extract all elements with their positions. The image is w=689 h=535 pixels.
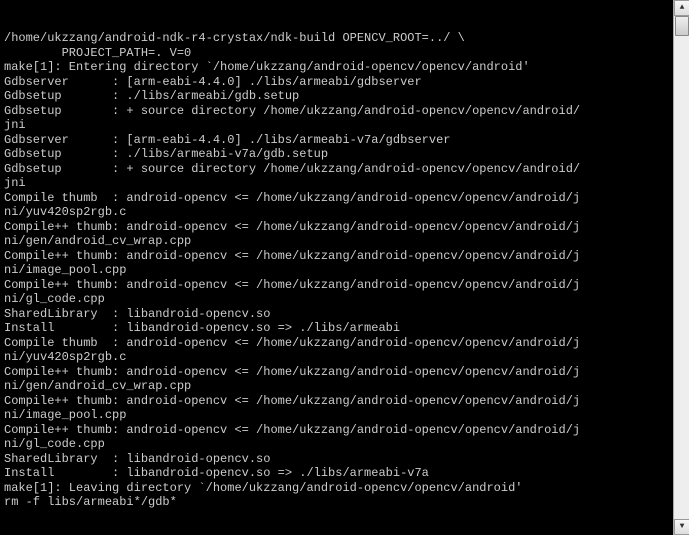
terminal-line: ni/gl_code.cpp: [4, 292, 669, 307]
terminal-line: Gdbsetup : + source directory /home/ukzz…: [4, 162, 669, 177]
terminal-line: rm -f libs/armeabi*/gdb*: [4, 495, 669, 510]
terminal-line: Gdbserver : [arm-eabi-4.4.0] ./libs/arme…: [4, 133, 669, 148]
terminal-line: PROJECT_PATH=. V=0: [4, 46, 669, 61]
terminal-line: Gdbsetup : ./libs/armeabi/gdb.setup: [4, 89, 669, 104]
terminal-line: Compile++ thumb: android-opencv <= /home…: [4, 220, 669, 235]
terminal-line: ni/gl_code.cpp: [4, 437, 669, 452]
terminal-line: SharedLibrary : libandroid-opencv.so: [4, 452, 669, 467]
scroll-thumb[interactable]: [675, 16, 689, 36]
terminal-line: ni/gen/android_cv_wrap.cpp: [4, 234, 669, 249]
terminal-output[interactable]: /home/ukzzang/android-ndk-r4-crystax/ndk…: [0, 0, 673, 535]
terminal-line: Compile thumb : android-opencv <= /home/…: [4, 191, 669, 206]
terminal-line: Compile thumb : android-opencv <= /home/…: [4, 336, 669, 351]
terminal-line: Compile++ thumb: android-opencv <= /home…: [4, 423, 669, 438]
terminal-line: Gdbsetup : ./libs/armeabi-v7a/gdb.setup: [4, 147, 669, 162]
terminal-line: Gdbserver : [arm-eabi-4.4.0] ./libs/arme…: [4, 75, 669, 90]
terminal-line: make[1]: Leaving directory `/home/ukzzan…: [4, 481, 669, 496]
terminal-line: ni/yuv420sp2rgb.c: [4, 350, 669, 365]
scroll-up-button[interactable]: ▲: [674, 0, 689, 16]
terminal-line: Compile++ thumb: android-opencv <= /home…: [4, 394, 669, 409]
terminal-line: ni/yuv420sp2rgb.c: [4, 205, 669, 220]
terminal-line: Install : libandroid-opencv.so => ./libs…: [4, 321, 669, 336]
terminal-line: ni/image_pool.cpp: [4, 408, 669, 423]
terminal-line: jni: [4, 176, 669, 191]
terminal-line: Compile++ thumb: android-opencv <= /home…: [4, 278, 669, 293]
terminal-line: Install : libandroid-opencv.so => ./libs…: [4, 466, 669, 481]
terminal-line: make[1]: Entering directory `/home/ukzza…: [4, 60, 669, 75]
scroll-down-button[interactable]: ▼: [674, 519, 689, 535]
terminal-line: /home/ukzzang/android-ndk-r4-crystax/ndk…: [4, 31, 669, 46]
vertical-scrollbar[interactable]: ▲ ▼: [673, 0, 689, 535]
terminal-line: ni/gen/android_cv_wrap.cpp: [4, 379, 669, 394]
terminal-line: SharedLibrary : libandroid-opencv.so: [4, 307, 669, 322]
terminal-line: Compile++ thumb: android-opencv <= /home…: [4, 249, 669, 264]
terminal-line: jni: [4, 118, 669, 133]
terminal-line: Gdbsetup : + source directory /home/ukzz…: [4, 104, 669, 119]
terminal-line: ni/image_pool.cpp: [4, 263, 669, 278]
terminal-line: Compile++ thumb: android-opencv <= /home…: [4, 365, 669, 380]
